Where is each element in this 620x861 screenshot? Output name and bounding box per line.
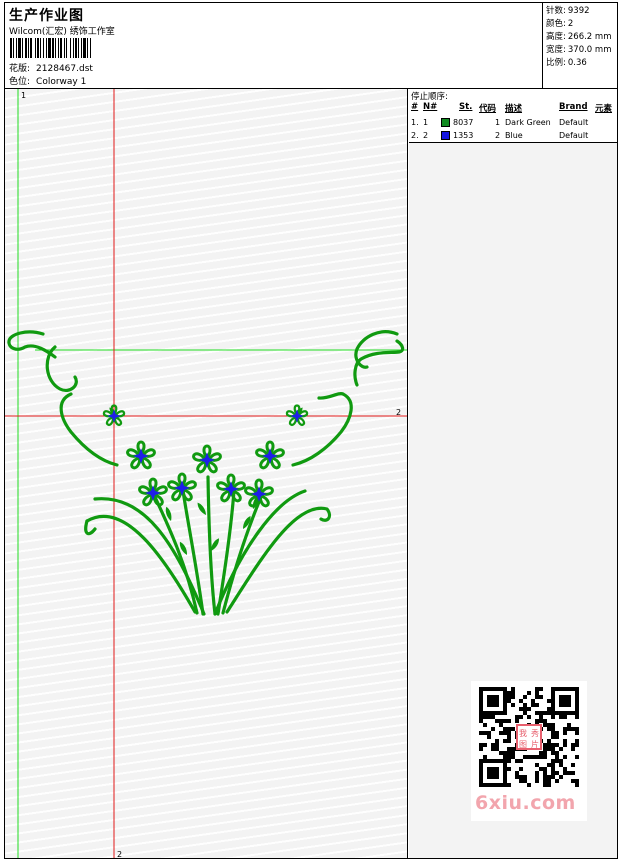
sheet-title: 生产作业图	[9, 8, 84, 24]
stitches-label: 针数:	[546, 6, 566, 16]
col-head-element: 元素	[595, 104, 613, 114]
green-flower-outlines	[102, 404, 309, 509]
pattern-file-label: 花版:	[9, 64, 31, 74]
stop-sequence-table: 停止顺序: # N# St. 代码 描述 Brand 元素 1. 1 8037 …	[409, 89, 617, 143]
barcode	[10, 38, 91, 58]
width-label: 宽度:	[546, 45, 566, 55]
row-number: 1.	[411, 118, 419, 127]
col-head-description: 描述	[505, 104, 523, 114]
col-head-needle: N#	[423, 102, 438, 112]
height-stat: 高度: 266.2 mm	[546, 31, 617, 44]
row-code: 2	[495, 131, 501, 140]
col-head-code: 代码	[479, 104, 497, 114]
colorway-label: 色位:	[9, 77, 31, 87]
col-head-brand: Brand	[559, 102, 588, 112]
stop-sequence-title: 停止顺序:	[411, 92, 448, 102]
colorway-value: Colorway 1	[36, 77, 87, 87]
height-value: 266.2 mm	[567, 32, 612, 42]
scale-value: 0.36	[567, 58, 587, 68]
pattern-file-value: 2128467.dst	[36, 64, 93, 74]
guide-label-red-bottom: 2	[117, 850, 122, 858]
sheet-header: 生产作业图 Wilcom(汇宏) 绣饰工作室 花版: 2128467.dst 色位…	[5, 3, 617, 89]
pattern-file-line: 花版: 2128467.dst	[9, 61, 93, 74]
scale-label: 比例:	[546, 58, 566, 68]
svg-text:我: 我	[519, 728, 527, 738]
row-number: 2.	[411, 131, 419, 140]
colors-stat: 颜色: 2	[546, 18, 617, 31]
design-preview[interactable]: 1 2 2	[5, 89, 408, 858]
stitches-value: 9392	[567, 6, 590, 16]
width-value: 370.0 mm	[567, 45, 612, 55]
colors-value: 2	[567, 19, 574, 29]
scale-stat: 比例: 0.36	[546, 57, 617, 70]
width-stat: 宽度: 370.0 mm	[546, 44, 617, 57]
design-stats: 针数: 9392 颜色: 2 高度: 266.2 mm 宽度: 370.0 mm 比例:…	[542, 3, 617, 89]
stop-sequence-panel: 停止顺序: # N# St. 代码 描述 Brand 元素 1. 1 8037 …	[409, 89, 617, 858]
row-stitches: 8037	[453, 118, 474, 127]
color-swatch	[441, 118, 450, 127]
embroidery-artwork: 1 2 2	[5, 89, 407, 858]
company-name: Wilcom(汇宏) 绣饰工作室	[9, 27, 115, 37]
row-needle: 1	[423, 118, 429, 127]
row-needle: 2	[423, 131, 429, 140]
colors-label: 颜色:	[546, 19, 566, 29]
svg-text:秀: 秀	[531, 728, 539, 738]
height-label: 高度:	[546, 32, 566, 42]
col-head-stitches: St.	[459, 102, 473, 112]
production-sheet: 生产作业图 Wilcom(汇宏) 绣饰工作室 花版: 2128467.dst 色位…	[4, 2, 618, 859]
stitches-stat: 针数: 9392	[546, 5, 617, 18]
svg-text:图: 图	[519, 740, 527, 749]
guide-label-red-right: 2	[396, 408, 401, 417]
colorway-line: 色位: Colorway 1	[9, 74, 86, 87]
svg-text:片: 片	[531, 739, 539, 749]
color-swatch	[441, 131, 450, 140]
row-brand: Default	[559, 118, 589, 127]
green-stitching	[7, 330, 405, 616]
row-description: Dark Green	[505, 118, 551, 127]
row-brand: Default	[559, 131, 589, 140]
watermark-text: 6xiu.com	[475, 792, 576, 814]
row-description: Blue	[505, 131, 523, 140]
row-code: 1	[495, 118, 501, 127]
guide-label-green-top: 1	[21, 91, 26, 100]
col-head-number: #	[411, 102, 419, 112]
row-stitches: 1353	[453, 131, 474, 140]
